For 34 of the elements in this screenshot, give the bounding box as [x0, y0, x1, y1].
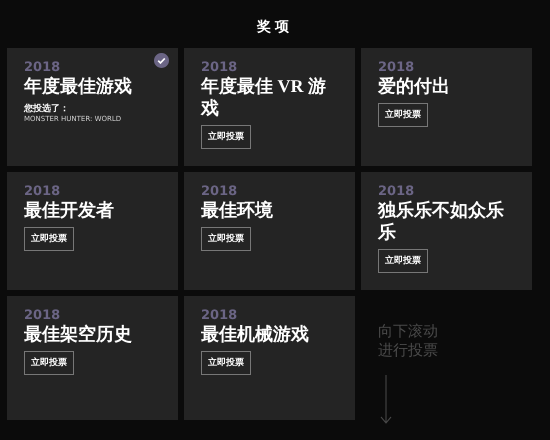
award-year: 2018 [201, 60, 238, 75]
award-card[interactable]: 2018 最佳架空历史 立即投票 [7, 296, 178, 420]
award-card[interactable]: 2018 最佳环境 立即投票 [184, 172, 355, 290]
vote-button[interactable]: 立即投票 [24, 227, 74, 251]
award-year: 2018 [201, 308, 238, 323]
award-year: 2018 [24, 184, 62, 199]
award-card[interactable]: 2018 最佳机械游戏 立即投票 [184, 296, 355, 420]
down-arrow-icon [380, 375, 392, 425]
vote-button[interactable]: 立即投票 [201, 227, 251, 251]
award-title: 年度最佳游戏 [24, 75, 133, 97]
scroll-hint: 向下滚动进行投票 [378, 323, 439, 361]
vote-button[interactable]: 立即投票 [201, 125, 251, 149]
award-title: 独乐乐不如众乐乐 [378, 199, 505, 243]
award-year: 2018 [378, 184, 416, 199]
award-year: 2018 [24, 308, 62, 323]
page-title: 奖项 [257, 18, 293, 36]
award-title: 最佳开发者 [24, 199, 115, 221]
vote-button[interactable]: 立即投票 [378, 103, 428, 127]
award-title: 年度最佳 VR 游戏 [201, 75, 327, 119]
award-year: 2018 [378, 60, 416, 75]
award-card[interactable]: 2018 年度最佳 VR 游戏 立即投票 [184, 48, 355, 166]
award-title: 最佳架空历史 [24, 323, 133, 345]
vote-button[interactable]: 立即投票 [201, 351, 251, 375]
voted-label: 您投选了： [24, 103, 69, 114]
vote-button[interactable]: 立即投票 [378, 249, 428, 273]
award-year: 2018 [201, 184, 238, 199]
award-card[interactable]: 2018 独乐乐不如众乐乐 立即投票 [361, 172, 532, 290]
award-title: 最佳环境 [201, 199, 274, 221]
award-year: 2018 [24, 60, 62, 75]
award-title: 爱的付出 [378, 75, 451, 97]
award-title: 最佳机械游戏 [201, 323, 310, 345]
award-card[interactable]: 2018 最佳开发者 立即投票 [7, 172, 178, 290]
vote-button[interactable]: 立即投票 [24, 351, 74, 375]
award-card[interactable]: 2018 爱的付出 立即投票 [361, 48, 532, 166]
